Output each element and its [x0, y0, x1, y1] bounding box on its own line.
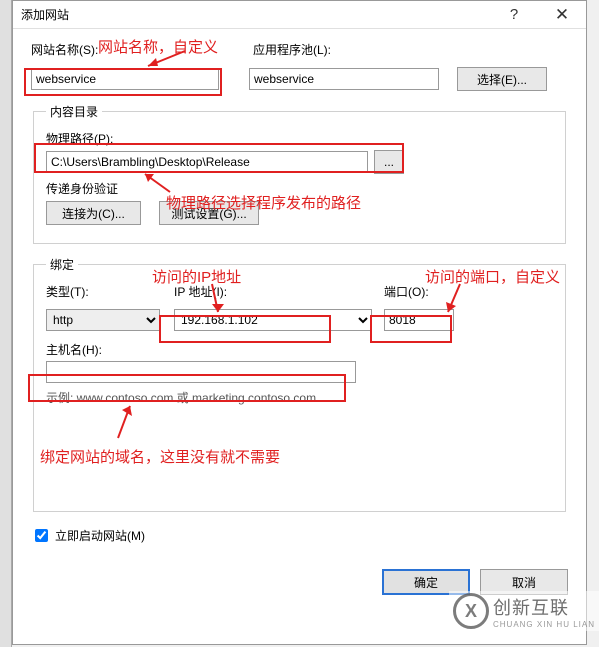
background-strip — [0, 0, 12, 647]
physical-path-input[interactable] — [46, 151, 368, 173]
site-name-input[interactable] — [31, 68, 219, 90]
arrow-hostname — [110, 402, 140, 444]
select-app-pool-button[interactable]: 选择(E)... — [457, 67, 547, 91]
port-label: 端口(O): — [384, 283, 429, 300]
content-directory-group: 内容目录 物理路径(P): ... 传递身份验证 连接为(C)... 测试设置(… — [33, 103, 566, 244]
annot-text-hostname: 绑定网站的域名，这里没有就不需要 — [40, 446, 280, 467]
content-directory-legend: 内容目录 — [46, 103, 102, 120]
watermark: X 创新互联 CHUANG XIN HU LIAN — [449, 591, 599, 631]
dialog-title: 添加网站 — [21, 6, 490, 23]
add-website-dialog: 添加网站 ? ✕ 网站名称(S): 应用程序池(L): 选择(E)... 内容目… — [12, 0, 587, 645]
binding-legend: 绑定 — [46, 256, 78, 273]
close-button[interactable]: ✕ — [538, 1, 586, 29]
titlebar: 添加网站 ? ✕ — [13, 1, 586, 29]
connect-as-button[interactable]: 连接为(C)... — [46, 201, 141, 225]
binding-group: 绑定 类型(T): IP 地址(I): 端口(O): http 192.168.… — [33, 256, 566, 512]
start-immediately-checkbox[interactable] — [35, 529, 48, 542]
physical-path-label: 物理路径(P): — [46, 130, 553, 147]
arrow-sitename — [140, 48, 190, 72]
hostname-label: 主机名(H): — [46, 341, 553, 358]
help-button[interactable]: ? — [490, 1, 538, 29]
annot-text-path: 物理路径选择程序发布的路径 — [166, 192, 361, 213]
arrow-port — [440, 280, 470, 318]
watermark-text-en: CHUANG XIN HU LIAN — [493, 620, 595, 629]
watermark-logo: X — [453, 593, 489, 629]
watermark-text-cn: 创新互联 — [493, 594, 595, 620]
hostname-input[interactable] — [46, 361, 356, 383]
arrow-ip — [200, 280, 230, 318]
start-immediately-label: 立即启动网站(M) — [55, 527, 145, 544]
app-pool-label: 应用程序池(L): — [253, 41, 331, 58]
type-select[interactable]: http — [46, 309, 160, 331]
app-pool-input — [249, 68, 439, 90]
browse-button[interactable]: ... — [374, 150, 404, 174]
arrow-path — [130, 170, 180, 198]
